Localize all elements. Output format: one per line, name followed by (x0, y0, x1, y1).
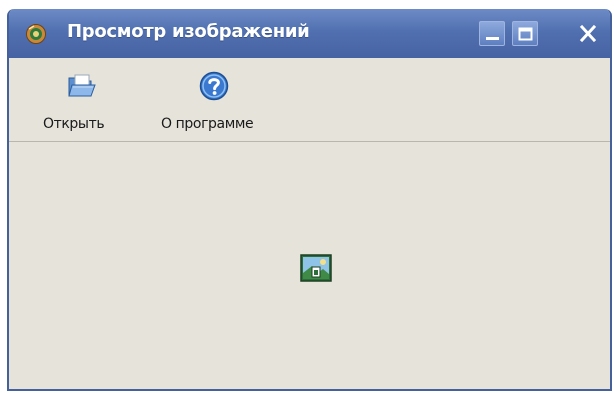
toolbar: Открыть О программе (9, 58, 610, 142)
image-area (9, 142, 610, 389)
minimize-icon (486, 37, 499, 40)
about-button[interactable]: О программе (157, 58, 277, 141)
app-viewer-icon (26, 24, 46, 44)
folder-open-icon (68, 74, 96, 97)
minimize-button[interactable] (479, 21, 505, 46)
title-bar[interactable]: Просмотр изображений (9, 9, 610, 58)
window-title: Просмотр изображений (67, 21, 310, 42)
about-label: О программе (161, 116, 254, 132)
help-icon (199, 71, 229, 101)
close-icon (579, 24, 597, 43)
maximize-icon (518, 27, 533, 41)
image-placeholder-icon (300, 254, 332, 282)
open-button[interactable]: Открыть (37, 58, 127, 141)
maximize-button[interactable] (512, 21, 538, 46)
close-button[interactable] (573, 21, 603, 46)
open-label: Открыть (43, 116, 105, 132)
image-viewer-window: Просмотр изображений Открыть О программе (7, 9, 612, 391)
